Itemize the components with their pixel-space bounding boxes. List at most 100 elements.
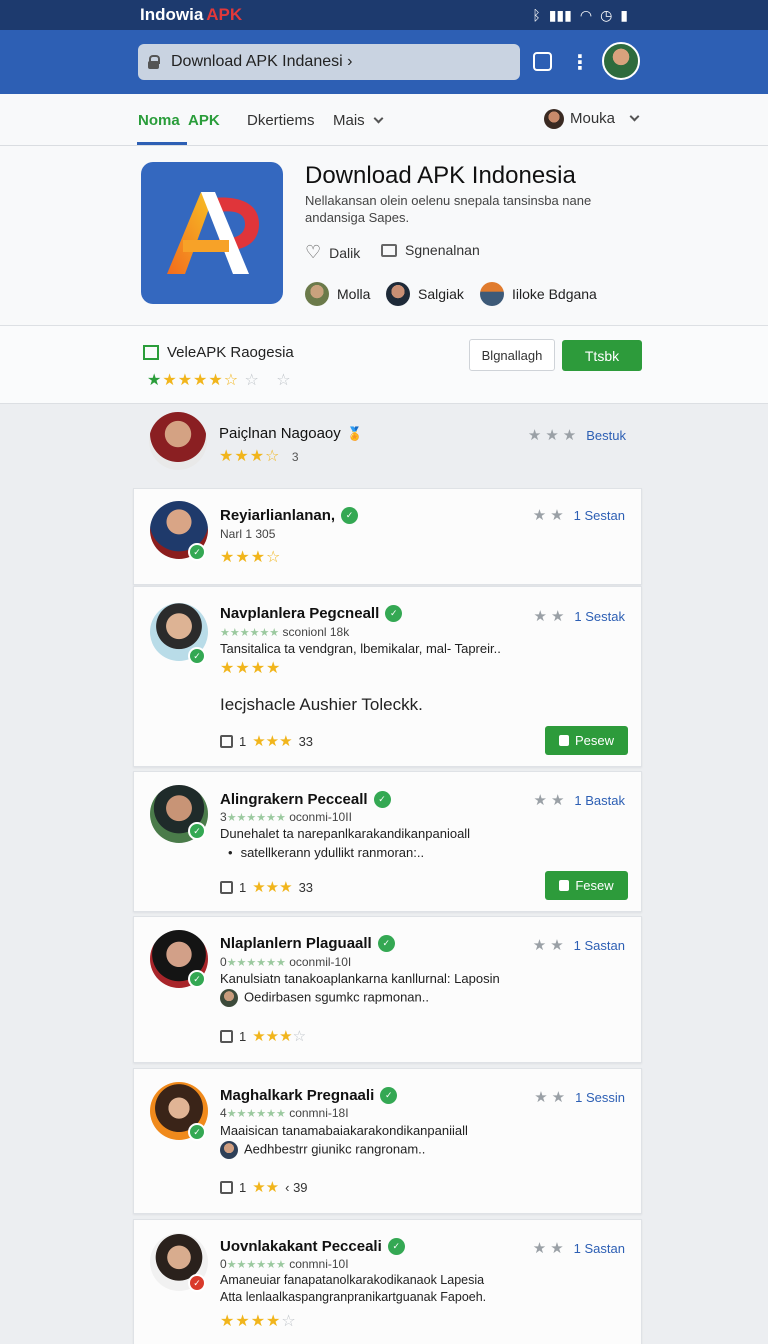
grey-stars-icon: ★★ <box>534 1089 570 1106</box>
reviewer-name-text: Alingrakern Pecceall <box>220 791 368 808</box>
nav-user-menu[interactable]: Mouka <box>544 109 640 129</box>
thumbs-up-icon[interactable] <box>220 880 233 894</box>
browser-bar: Download APK Indanesi › ⋮ <box>0 30 768 94</box>
review-action[interactable]: ★★ 1 Sastan <box>533 1239 625 1257</box>
review-action[interactable]: ★★ 1 Sestak <box>534 607 626 625</box>
review-action[interactable]: ★★★ Bestuk <box>528 426 626 444</box>
reviewer-avatar <box>149 412 207 470</box>
signal-icon: ▮▮▮ <box>548 6 572 23</box>
reviewer-name: Paiçlnan Nagoaoy 🏅 <box>219 425 363 442</box>
battery-icon: ▮ <box>620 6 628 23</box>
developer-chip[interactable]: Salgiak <box>386 282 464 306</box>
review-meta-prefix: 4 <box>220 1106 227 1120</box>
review-stars-text: ★★★★ <box>220 1313 282 1330</box>
nav-more[interactable]: Mais <box>333 112 384 129</box>
profile-avatar[interactable] <box>602 42 640 80</box>
status-bar: Indowia APK ᛒ ▮▮▮ ◠ ◷ ▮ <box>0 0 768 30</box>
reviewer-name-text: Reyiarlianlanan, <box>220 507 336 524</box>
footer-stars: ★★★ <box>252 879 293 896</box>
verified-badge-icon: ✓ <box>188 822 206 840</box>
reply-button-label: Pesew <box>574 733 615 748</box>
nav-details[interactable]: Dkertiems <box>247 112 315 129</box>
footer-stars: ★★★ <box>252 733 293 750</box>
review-meta: 4★★★★★★ conmni-18I <box>220 1106 349 1120</box>
wifi-icon: ◠ <box>579 6 593 23</box>
review-text-line2: Atta lenlaalkaspangranpranikartguanak Fa… <box>220 1290 487 1304</box>
verified-badge-icon: ✓ <box>188 970 206 988</box>
checkbox-icon <box>143 345 159 360</box>
review-meta: 0★★★★★★ conmni-10I <box>220 1257 349 1271</box>
kebab-menu-icon[interactable]: ⋮ <box>570 50 590 75</box>
review-highlight: Iecjshacle Aushier Toleckk. <box>220 695 423 714</box>
review-card: ✓ Maghalkark Pregnaali ✓ 4★★★★★★ conmni-… <box>133 1068 642 1214</box>
nav-home[interactable]: Noma <box>138 112 180 129</box>
share-button[interactable]: Sgnenalnan <box>381 242 480 258</box>
like-button[interactable]: ♡ Dalik <box>305 242 360 263</box>
review-action-label: 1 Sastan <box>573 1240 625 1256</box>
footer-number: ‹ 39 <box>285 1179 308 1195</box>
reviewer-name: Navplanlera Pegcneall ✓ <box>220 605 403 622</box>
review-card: ✓ Uovnlakakant Pecceali ✓ 0★★★★★★ conmni… <box>133 1219 642 1344</box>
review-meta-prefix: 3 <box>220 810 227 824</box>
review-action-label: Bestuk <box>586 427 626 443</box>
reply-button[interactable]: Pesew <box>545 726 628 755</box>
avatar <box>305 282 329 306</box>
rating-label: VeleAPK Raogesia <box>143 344 294 361</box>
developer-chip[interactable]: Iiloke Bdgana <box>480 282 597 306</box>
thumbs-up-icon[interactable] <box>220 734 233 748</box>
app-title: Download APK Indonesia <box>305 162 576 189</box>
review-card: ✓ Nlaplanlern Plaguaall ✓ 0★★★★★★ oconmi… <box>133 916 642 1063</box>
tabs-icon[interactable] <box>533 52 552 71</box>
review-meta-text: conmni-18I <box>289 1106 349 1120</box>
review-action[interactable]: ★★ 1 Sastan <box>533 936 625 954</box>
review-action[interactable]: ★★ 1 Sessin <box>534 1088 625 1106</box>
footer-number: 33 <box>298 879 314 895</box>
avatar <box>220 989 238 1007</box>
reply-button[interactable]: Fesew <box>545 871 628 900</box>
url-bar[interactable]: Download APK Indanesi › <box>138 44 520 80</box>
bluetooth-icon: ᛒ <box>532 7 541 23</box>
review-action-label: 1 Sessin <box>575 1089 625 1105</box>
review-action[interactable]: ★★ 1 Sestan <box>533 506 625 524</box>
review-footer: 1 ★★ ‹ 39 <box>220 1178 308 1196</box>
grey-stars-icon: ★★ <box>533 792 569 809</box>
badge-icon: 🏅 <box>346 425 363 441</box>
review-text-line2: Aedhbestrr giunikc rangronam.. <box>220 1141 425 1159</box>
review-stars: ★★★★☆ <box>220 1313 297 1330</box>
share-label: Sgnenalnan <box>405 242 480 258</box>
status-title-accent: APK <box>206 5 243 24</box>
nav-apk[interactable]: APK <box>188 112 220 129</box>
review-text: Maaisican tanamabaiakarakondikanpaniiall <box>220 1123 468 1138</box>
reviewer-name: Nlaplanlern Plaguaall ✓ <box>220 935 395 952</box>
footer-number: 33 <box>298 733 314 749</box>
nav-more-label: Mais <box>333 112 365 129</box>
review-action[interactable]: ★★ 1 Bastak <box>534 791 626 809</box>
grey-stars-icon: ★★ <box>532 937 568 954</box>
developer-chip[interactable]: Molla <box>305 282 370 306</box>
review-text: Tansitalica ta vendgran, lbemikalar, mal… <box>220 641 501 656</box>
status-title-text: Indowia <box>140 5 204 24</box>
like-count: 1 <box>239 1179 247 1195</box>
verified-icon: ✓ <box>380 1087 398 1104</box>
app-description: Nellakansan olein oelenu snepala tansins… <box>305 193 592 225</box>
review-stars-text: ★★★★ <box>220 660 282 677</box>
verified-icon: ✓ <box>373 791 391 808</box>
reviewer-name: Uovnlakakant Pecceali ✓ <box>220 1238 405 1255</box>
reviewer-name: Alingrakern Pecceall ✓ <box>220 791 391 808</box>
thumbs-up-icon[interactable] <box>220 1029 233 1043</box>
reply-icon <box>558 735 569 746</box>
secondary-button[interactable]: Blgnallagh <box>469 339 555 371</box>
rating-label-text: VeleAPK Raogesia <box>167 344 294 361</box>
review-text-line2-value: satellkerann ydullikt ranmoran:.. <box>240 845 425 860</box>
grey-stars-icon: ★★ <box>533 608 569 625</box>
review-meta-text: sconionl 18k <box>282 625 350 639</box>
thumbs-up-icon[interactable] <box>220 1180 233 1194</box>
review-footer: 1 ★★★ 33 <box>220 878 313 896</box>
review-action-label: 1 Sastan <box>573 937 625 953</box>
review-meta-text: oconmi-10II <box>289 810 352 824</box>
status-title: Indowia APK <box>140 5 242 25</box>
footer-stars: ★★ <box>252 1179 280 1196</box>
reviewer-name: Maghalkark Pregnaali ✓ <box>220 1087 398 1104</box>
verified-icon: ✓ <box>387 1238 405 1255</box>
primary-button[interactable]: Ttsbk <box>562 340 642 371</box>
